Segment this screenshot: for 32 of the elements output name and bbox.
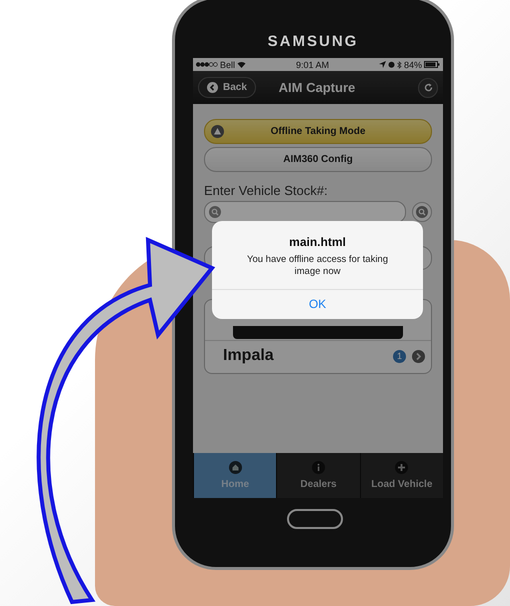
screen-title: AIM Capture <box>278 80 356 95</box>
chevron-left-icon <box>207 82 218 93</box>
brand-logo: SAMSUNG <box>266 33 360 50</box>
plus-icon <box>395 461 408 474</box>
bluetooth-icon <box>396 60 402 68</box>
stock-label: Enter Vehicle Stock#: <box>204 183 329 198</box>
carrier-name: Bell <box>220 60 236 70</box>
dialog-message: You have offline access for taking image now <box>246 254 389 279</box>
chevron-right-icon <box>412 350 425 362</box>
wifi-icon <box>237 61 246 68</box>
back-button[interactable]: Back <box>198 77 256 98</box>
search-icon <box>209 206 221 218</box>
vehicle-list-item[interactable]: Impala 1 <box>205 341 431 373</box>
home-key[interactable] <box>287 509 343 529</box>
offline-mode-button[interactable]: Offline Taking Mode <box>204 119 432 144</box>
ok-button[interactable]: OK <box>212 288 423 319</box>
refresh-icon <box>424 83 432 92</box>
refresh-button[interactable] <box>418 78 438 98</box>
battery-percent: 84% <box>404 60 422 70</box>
search-icon <box>416 206 428 218</box>
signal-icon <box>196 62 218 67</box>
status-time: 9:01 AM <box>296 60 330 70</box>
search-button[interactable] <box>412 202 432 222</box>
location-icon <box>378 61 386 68</box>
config-button[interactable]: AIM360 Config <box>204 147 432 172</box>
battery-icon <box>424 61 440 68</box>
dialog-title: main.html <box>288 235 347 249</box>
warning-icon <box>211 125 224 138</box>
stock-search-field[interactable] <box>204 201 406 223</box>
count-badge: 1 <box>393 350 406 362</box>
home-icon <box>228 461 242 474</box>
info-icon <box>312 461 325 474</box>
